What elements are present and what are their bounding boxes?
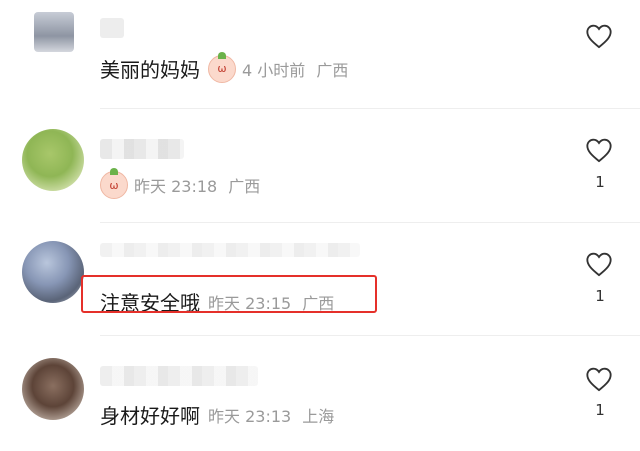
comment-item[interactable]: ω 昨天 23:18 广西 1 bbox=[0, 109, 640, 222]
comment-text: 美丽的妈妈 bbox=[100, 58, 200, 82]
comment-time: 昨天 23:13 bbox=[208, 406, 292, 426]
avatar[interactable] bbox=[22, 241, 84, 303]
heart-outline-icon[interactable] bbox=[585, 366, 613, 392]
comment-item[interactable]: 美丽的妈妈 ω 4 小时前 广西 bbox=[0, 0, 640, 108]
username-blurred[interactable] bbox=[100, 243, 360, 257]
username-blurred[interactable] bbox=[100, 139, 184, 159]
comment-line: 美丽的妈妈 ω 4 小时前 广西 bbox=[100, 51, 354, 83]
avatar[interactable] bbox=[22, 358, 84, 420]
comment-meta: 昨天 23:18 广西 bbox=[134, 173, 266, 197]
comment-location: 广西 bbox=[228, 177, 261, 196]
comment-item[interactable]: 身材好好啊 昨天 23:13 上海 1 bbox=[0, 336, 640, 451]
comment-time: 4 小时前 bbox=[242, 60, 306, 80]
like-count: 1 bbox=[595, 401, 605, 419]
username-blurred[interactable] bbox=[100, 366, 258, 386]
heart-outline-icon[interactable] bbox=[585, 137, 613, 163]
sticker-emoji-icon: ω bbox=[100, 168, 128, 199]
username-blurred[interactable] bbox=[100, 18, 124, 38]
avatar[interactable] bbox=[22, 129, 84, 191]
like-count: 1 bbox=[595, 287, 605, 305]
highlight-box bbox=[81, 275, 377, 313]
comment-text: 身材好好啊 bbox=[100, 404, 200, 428]
comment-meta: 4 小时前 广西 bbox=[242, 57, 354, 81]
sticker-emoji-icon: ω bbox=[208, 51, 236, 83]
comment-location: 上海 bbox=[302, 406, 335, 426]
heart-outline-icon[interactable] bbox=[585, 251, 613, 277]
comment-line: ω 昨天 23:18 广西 bbox=[100, 168, 266, 199]
comment-location: 广西 bbox=[316, 60, 349, 80]
avatar[interactable] bbox=[34, 12, 74, 52]
heart-outline-icon[interactable] bbox=[585, 23, 613, 49]
comment-meta: 昨天 23:13 上海 bbox=[208, 403, 340, 427]
comment-line: 身材好好啊 昨天 23:13 上海 bbox=[100, 400, 340, 429]
comment-time: 昨天 23:18 bbox=[134, 177, 218, 196]
like-count: 1 bbox=[595, 173, 605, 191]
